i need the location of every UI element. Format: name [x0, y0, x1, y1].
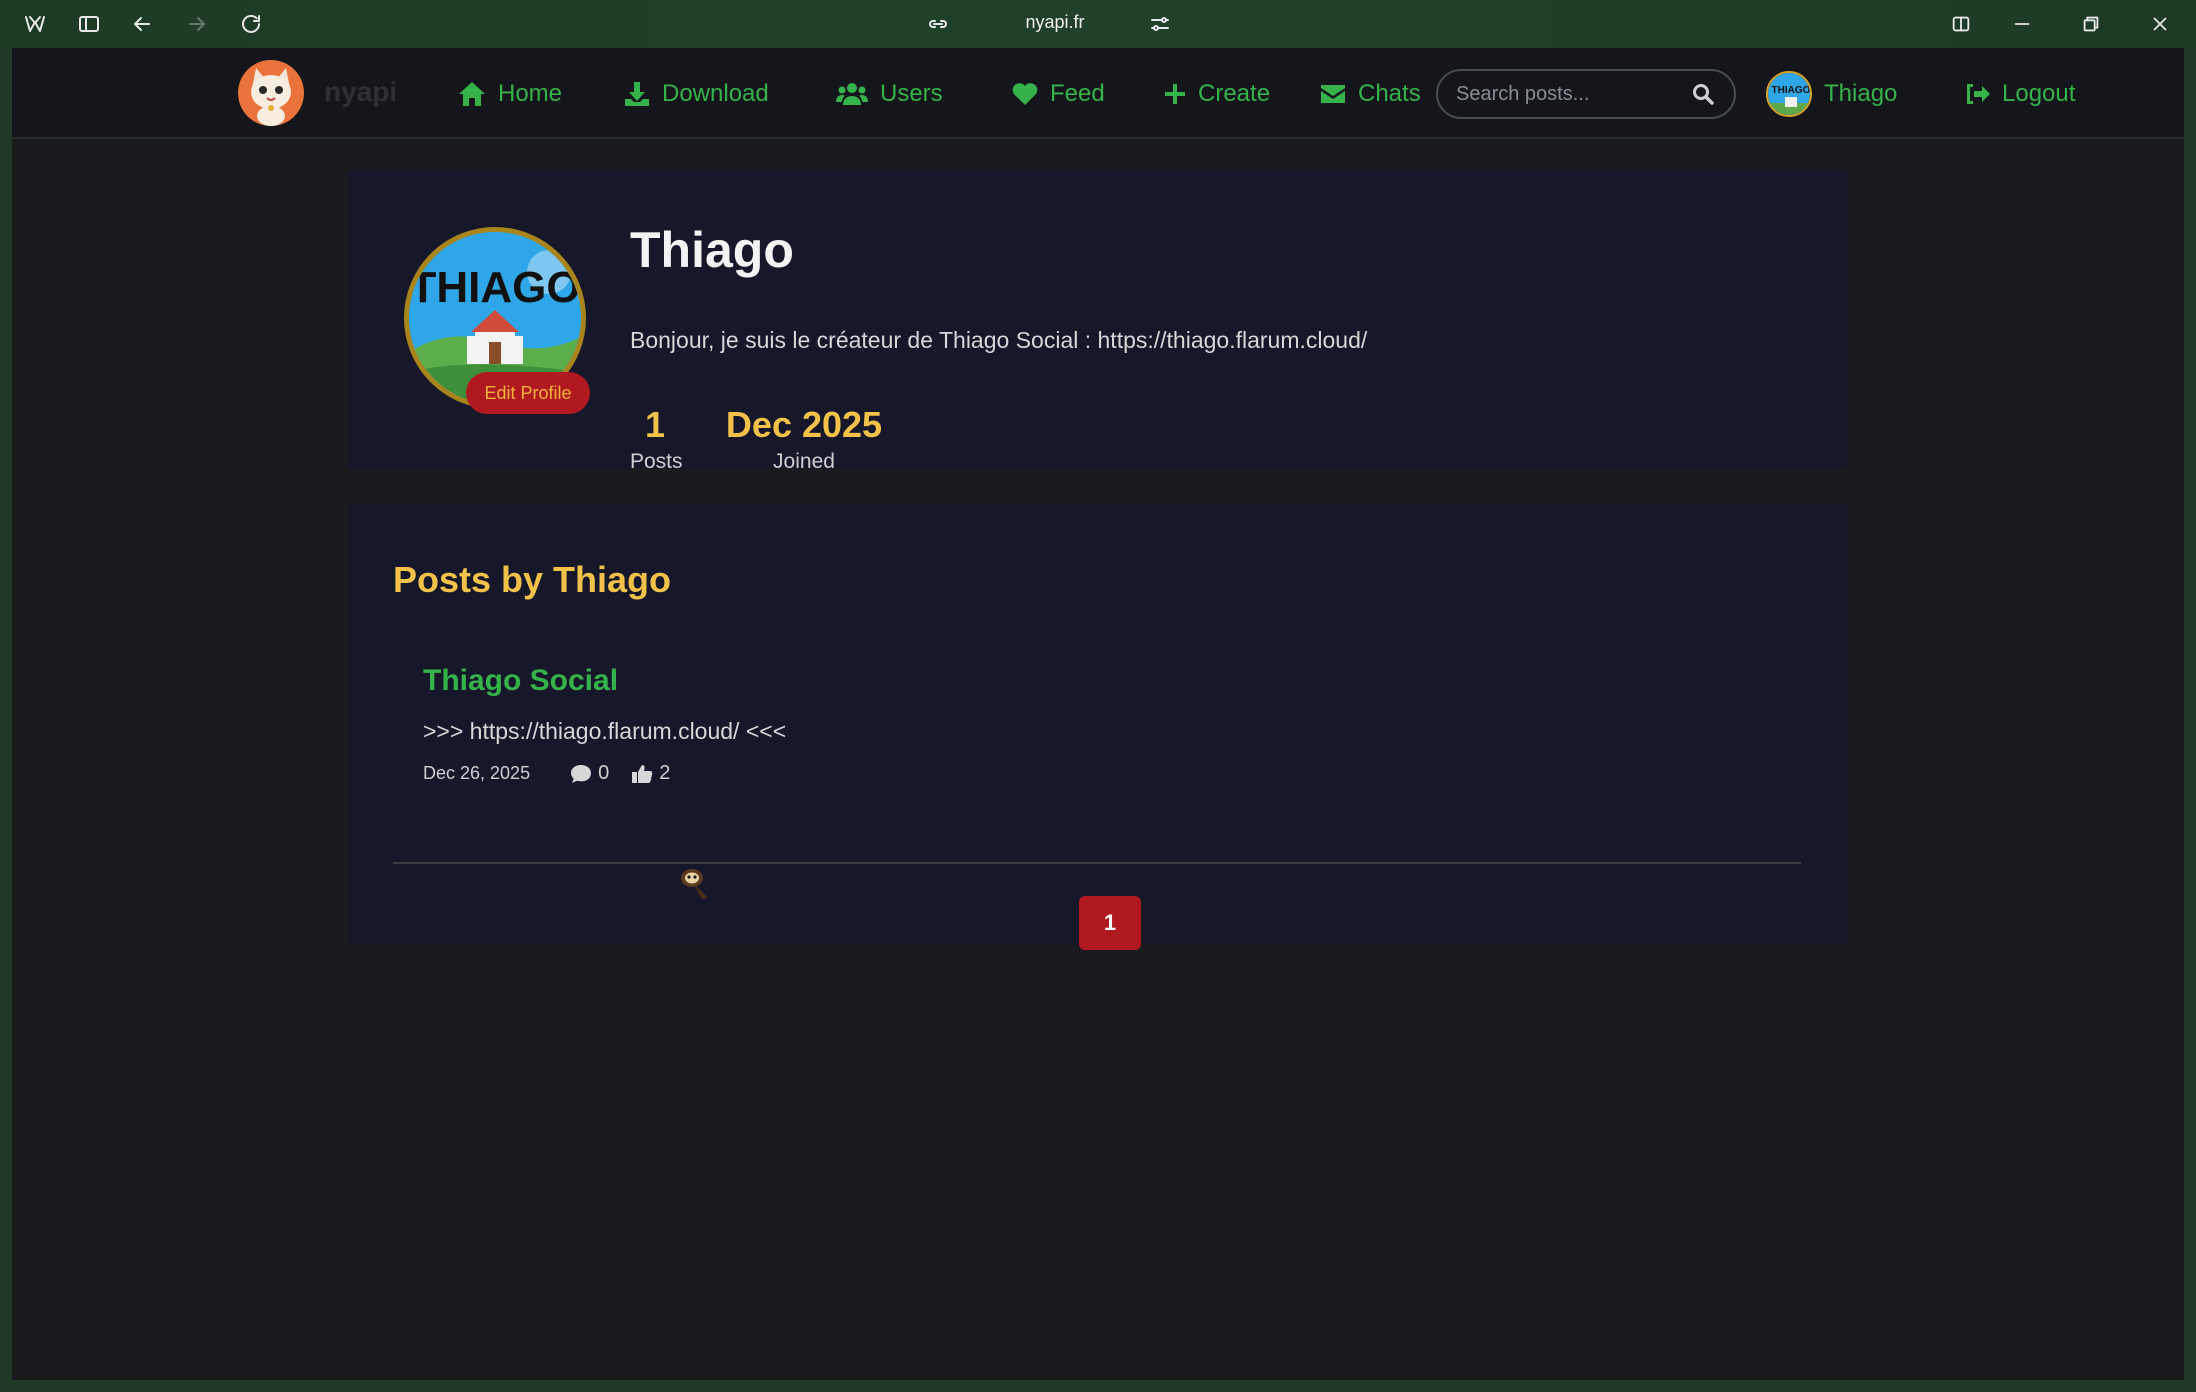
- post-title-link[interactable]: Thiago Social: [423, 664, 618, 698]
- link-icon[interactable]: [924, 10, 952, 38]
- forward-arrow-icon[interactable]: [183, 10, 211, 38]
- download-icon: [625, 81, 649, 106]
- nav-create-label: Create: [1198, 79, 1271, 107]
- nav-download-label: Download: [662, 79, 769, 107]
- svg-text:THIAGO: THIAGO: [1772, 85, 1811, 96]
- thumbs-up-icon: [632, 764, 653, 783]
- nav-users[interactable]: Users: [836, 48, 943, 139]
- address-bar[interactable]: nyapi.fr: [1000, 12, 1110, 33]
- browser-logo-icon[interactable]: [21, 10, 49, 38]
- comment-icon: [571, 764, 592, 783]
- minimize-icon[interactable]: [2008, 10, 2036, 38]
- profile-name: Thiago: [630, 222, 794, 278]
- post-likes-count: 2: [659, 762, 671, 784]
- nav-chats-label: Chats: [1358, 79, 1421, 107]
- post-body: >>> https://thiago.flarum.cloud/ <<<: [423, 718, 787, 744]
- search-input[interactable]: [1456, 82, 1676, 106]
- cursor-icon: [678, 866, 712, 907]
- site-settings-icon[interactable]: [1146, 10, 1174, 38]
- avatar: THIAGO: [1766, 70, 1812, 117]
- posts-card: Posts by Thiago Thiago Social >>> https:…: [348, 504, 1848, 950]
- nav-users-label: Users: [880, 79, 943, 107]
- stat-posts-value: 1: [644, 404, 666, 445]
- brand-name[interactable]: nyapi: [324, 76, 397, 108]
- stat-posts-label: Posts: [630, 450, 683, 473]
- nav-feed-label: Feed: [1050, 79, 1105, 107]
- logout-icon: [1967, 83, 1990, 104]
- heart-icon: [1012, 82, 1038, 105]
- nav-create[interactable]: Create: [1164, 48, 1270, 139]
- pagination-page-button[interactable]: 1: [1079, 896, 1141, 950]
- close-icon[interactable]: [2146, 10, 2174, 38]
- post-date: Dec 26, 2025: [423, 763, 531, 783]
- post-comments-count: 0: [598, 762, 610, 784]
- stat-joined-value: Dec 2025: [725, 404, 883, 445]
- nav-user-name: Thiago: [1824, 79, 1898, 107]
- post-meta: Dec 26, 2025 0 2: [423, 762, 692, 785]
- search-box: [1436, 69, 1736, 119]
- nav-download[interactable]: Download: [624, 48, 769, 139]
- cat-logo-icon[interactable]: [236, 58, 306, 128]
- search-icon[interactable]: [1692, 83, 1714, 105]
- profile-card: THIAGO Edit Profile Thiago Bonjour, je s…: [348, 169, 1848, 473]
- posts-section-title: Posts by Thiago: [393, 559, 672, 600]
- post-likes[interactable]: 2: [631, 762, 670, 785]
- nav-home-label: Home: [498, 79, 563, 107]
- page-viewport: nyapi Home Download Users Feed Create Ch…: [12, 48, 2184, 1380]
- profile-bio: Bonjour, je suis le créateur de Thiago S…: [630, 327, 1368, 353]
- plus-icon: [1165, 83, 1185, 104]
- envelope-icon: [1321, 84, 1345, 103]
- divider: [393, 862, 1801, 864]
- sidebar-toggle-icon[interactable]: [75, 10, 103, 38]
- post-comments[interactable]: 0: [570, 762, 609, 785]
- nav-user-profile[interactable]: THIAGO Thiago: [1766, 48, 1897, 139]
- nav-logout[interactable]: Logout: [1964, 48, 2075, 139]
- profile-avatar-text: THIAGO: [409, 263, 580, 312]
- browser-chrome: nyapi.fr: [0, 0, 2196, 48]
- nav-feed[interactable]: Feed: [1012, 48, 1105, 139]
- restore-icon[interactable]: [2077, 10, 2105, 38]
- split-view-icon[interactable]: [1947, 10, 1975, 38]
- nav-home[interactable]: Home: [458, 48, 562, 139]
- home-icon: [459, 81, 485, 106]
- nav-logout-label: Logout: [2002, 79, 2076, 107]
- nav-chats[interactable]: Chats: [1320, 48, 1421, 139]
- back-arrow-icon[interactable]: [128, 10, 156, 38]
- stat-joined: Dec 2025 Joined: [724, 404, 884, 474]
- edit-profile-button[interactable]: Edit Profile: [466, 372, 590, 414]
- site-navbar: nyapi Home Download Users Feed Create Ch…: [12, 48, 2184, 139]
- users-icon: [836, 82, 868, 105]
- reload-icon[interactable]: [237, 10, 265, 38]
- stat-posts: 1 Posts: [630, 404, 683, 474]
- stat-joined-label: Joined: [773, 450, 835, 473]
